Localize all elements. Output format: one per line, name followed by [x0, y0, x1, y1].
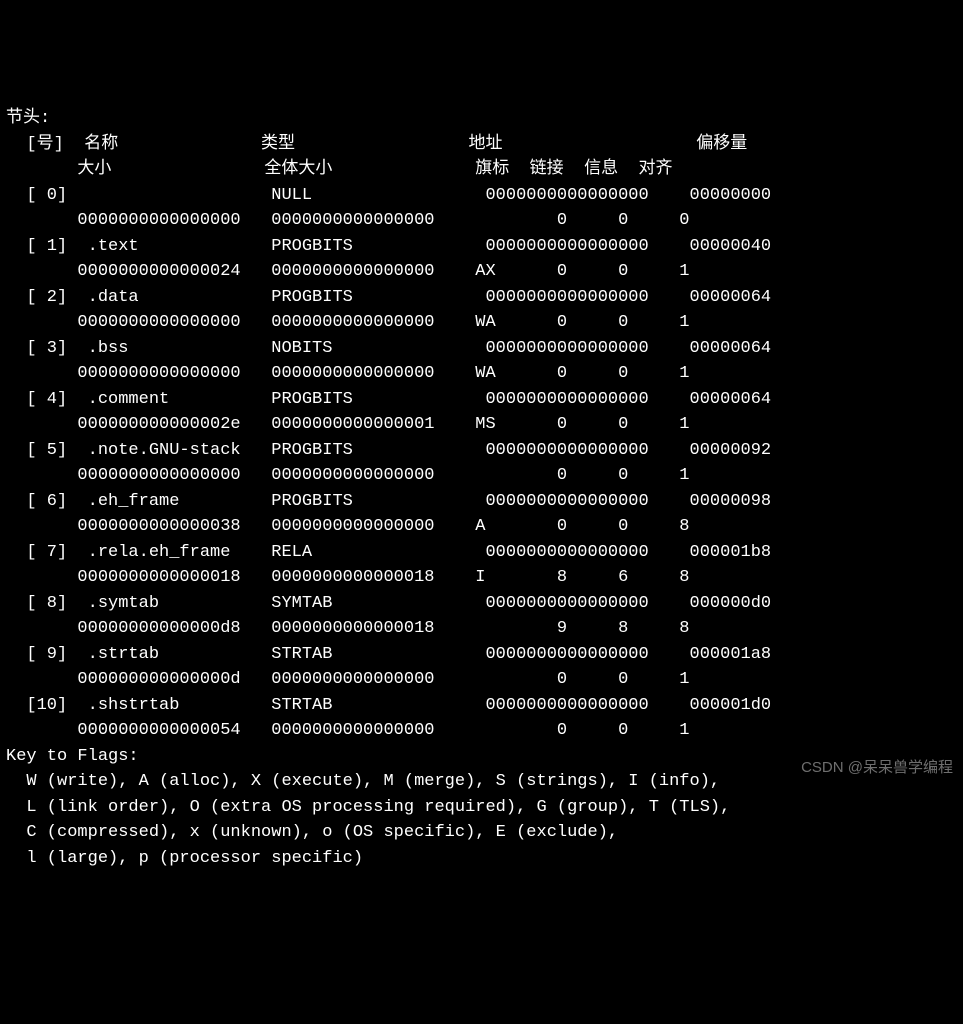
- watermark: CSDN @呆呆兽学编程: [801, 757, 953, 780]
